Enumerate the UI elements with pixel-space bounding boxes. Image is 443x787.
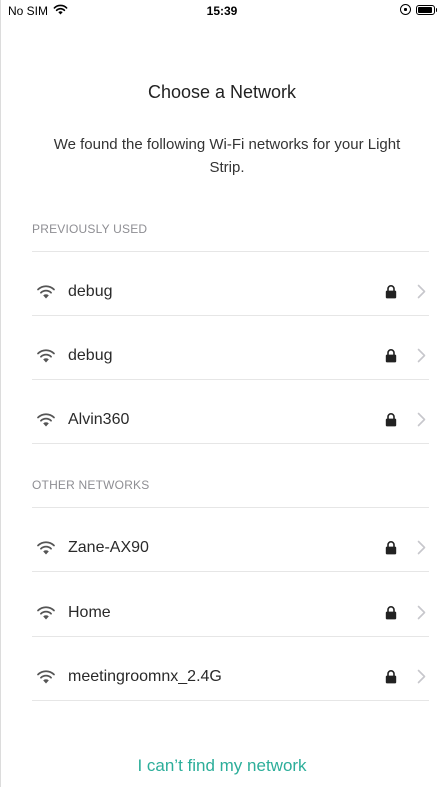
network-row[interactable]: debug — [32, 268, 429, 316]
network-name: Home — [68, 603, 111, 621]
padlock-icon — [384, 540, 398, 556]
network-row[interactable]: Home — [32, 589, 429, 637]
chevron-right-icon — [415, 605, 427, 621]
orientation-lock-icon — [400, 4, 411, 15]
network-name: Zane-AX90 — [68, 538, 149, 556]
chevron-right-icon — [415, 348, 427, 364]
chevron-right-icon — [415, 412, 427, 428]
battery-icon — [416, 4, 437, 15]
padlock-icon — [384, 669, 398, 685]
wifi-icon — [35, 348, 57, 364]
network-row[interactable]: meetingroomnx_2.4G — [32, 653, 429, 701]
network-name: Alvin360 — [68, 410, 130, 428]
cant-find-network-link[interactable]: I can’t find my network — [1, 756, 443, 776]
page-subtitle: We found the following Wi-Fi networks fo… — [53, 136, 401, 176]
chevron-right-icon — [415, 540, 427, 556]
padlock-icon — [384, 284, 398, 300]
padlock-icon — [384, 348, 398, 364]
status-right-icons — [400, 4, 437, 15]
chevron-right-icon — [415, 284, 427, 300]
choose-network-screen: No SIM 15:39 Choose a Network We found t… — [0, 0, 443, 787]
section-divider — [32, 507, 429, 508]
wifi-icon — [35, 669, 57, 685]
section-header-previously-used: PREVIOUSLY USED — [32, 222, 148, 236]
network-name: debug — [68, 282, 113, 300]
status-bar: No SIM 15:39 — [1, 0, 443, 22]
network-name: debug — [68, 346, 113, 364]
wifi-icon — [35, 412, 57, 428]
network-row[interactable]: Zane-AX90 — [32, 524, 429, 572]
section-header-other-networks: OTHER NETWORKS — [32, 478, 150, 492]
page-title: Choose a Network — [147, 82, 297, 102]
chevron-right-icon — [415, 669, 427, 685]
network-row[interactable]: debug — [32, 332, 429, 380]
wifi-icon — [35, 540, 57, 556]
network-row[interactable]: Alvin360 — [32, 396, 429, 444]
battery-fill — [418, 6, 432, 13]
padlock-icon — [384, 605, 398, 621]
status-time: 15:39 — [206, 4, 238, 18]
network-name: meetingroomnx_2.4G — [68, 667, 222, 685]
padlock-icon — [384, 412, 398, 428]
wifi-icon — [35, 605, 57, 621]
section-divider — [32, 251, 429, 252]
wifi-icon — [35, 284, 57, 300]
